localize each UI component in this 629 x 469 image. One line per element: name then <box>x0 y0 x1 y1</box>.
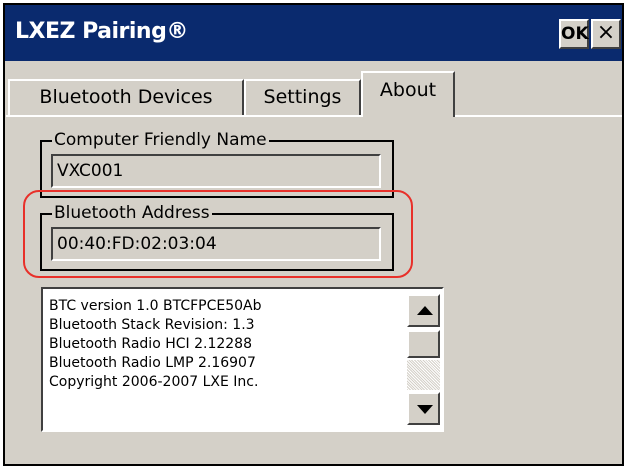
tab-panel-border <box>6 115 622 117</box>
scrollbar[interactable] <box>405 289 442 430</box>
version-info-text: BTC version 1.0 BTCFPCE50Ab Bluetooth St… <box>49 297 262 392</box>
computer-name-field[interactable]: VXC001 <box>51 154 381 188</box>
tab-settings[interactable]: Settings <box>244 79 361 115</box>
info-line-radio-hci: Bluetooth Radio HCI 2.12288 <box>49 336 252 352</box>
tab-bluetooth-devices[interactable]: Bluetooth Devices <box>8 79 244 115</box>
app-window: LXEZ Pairing® OK × Bluetooth Devices Set… <box>3 3 624 466</box>
bluetooth-address-group: Bluetooth Address 00:40:FD:02:03:04 <box>40 202 394 271</box>
arrow-down-icon <box>417 405 433 414</box>
info-line-copyright: Copyright 2006-2007 LXE Inc. <box>49 374 259 390</box>
tab-about[interactable]: About <box>361 71 455 117</box>
bluetooth-address-field[interactable]: 00:40:FD:02:03:04 <box>51 227 381 261</box>
computer-name-group: Computer Friendly Name VXC001 <box>40 129 394 198</box>
info-line-stack-revision: Bluetooth Stack Revision: 1.3 <box>49 317 255 333</box>
bluetooth-address-label: Bluetooth Address <box>52 202 212 224</box>
tab-panel-gap <box>363 115 451 118</box>
info-line-btc-version: BTC version 1.0 BTCFPCE50Ab <box>49 298 262 314</box>
computer-name-label: Computer Friendly Name <box>52 129 269 151</box>
close-icon[interactable]: × <box>591 19 621 49</box>
window-title: LXEZ Pairing® <box>15 19 188 44</box>
scroll-thumb[interactable] <box>407 330 440 358</box>
scroll-down-button[interactable] <box>407 392 440 425</box>
version-info-listbox[interactable]: BTC version 1.0 BTCFPCE50Ab Bluetooth St… <box>41 287 444 432</box>
scroll-track[interactable] <box>407 360 440 390</box>
ok-button[interactable]: OK <box>559 19 589 49</box>
info-line-radio-lmp: Bluetooth Radio LMP 2.16907 <box>49 355 256 371</box>
title-bar: LXEZ Pairing® OK × <box>5 5 622 61</box>
arrow-up-icon <box>417 306 433 315</box>
scroll-up-button[interactable] <box>407 294 440 327</box>
